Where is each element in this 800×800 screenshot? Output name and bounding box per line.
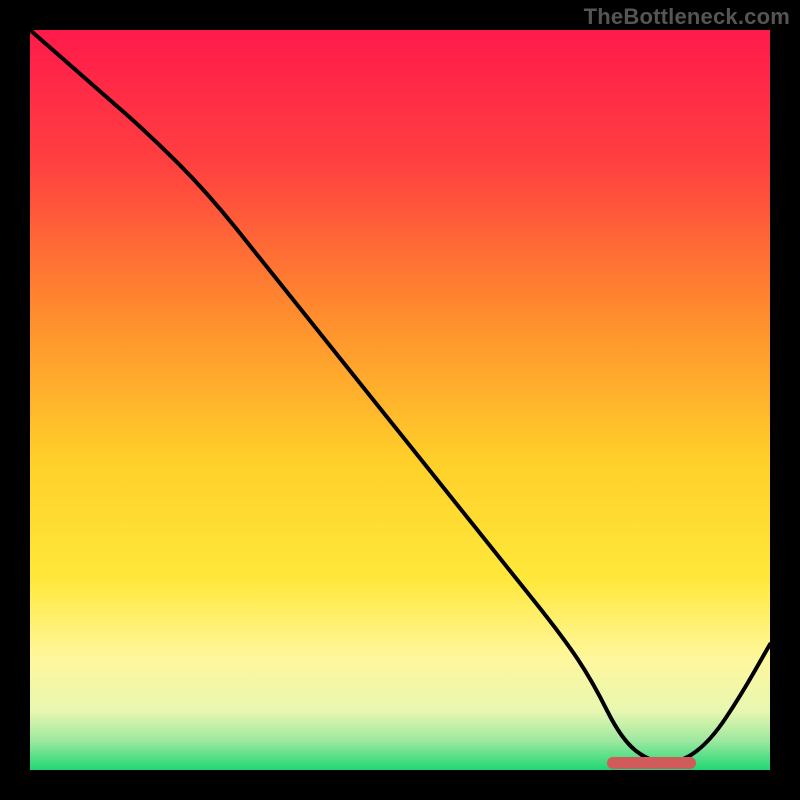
bottleneck-curve xyxy=(30,30,770,770)
optimal-range-marker xyxy=(607,757,696,769)
chart-container: TheBottleneck.com xyxy=(0,0,800,800)
watermark-text: TheBottleneck.com xyxy=(584,4,790,30)
plot-area xyxy=(30,30,770,770)
